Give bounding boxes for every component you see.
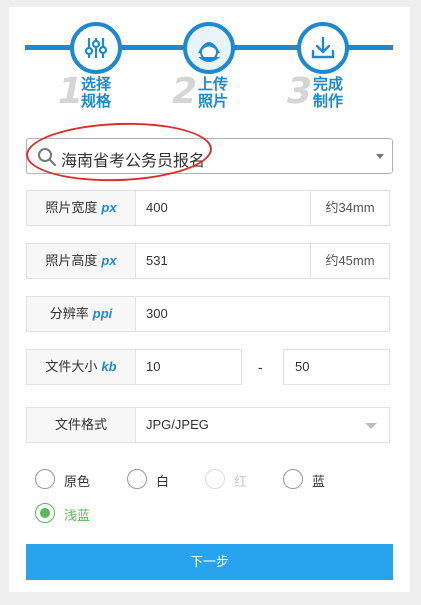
- step-2-number: 2: [172, 71, 198, 112]
- chevron-down-icon[interactable]: [365, 423, 377, 429]
- radio-circle[interactable]: [35, 469, 55, 489]
- height-label: 照片高度 px: [27, 244, 136, 278]
- format-label: 文件格式: [27, 408, 136, 442]
- chevron-down-icon[interactable]: [376, 154, 384, 159]
- radio-circle[interactable]: [283, 469, 303, 489]
- format-select[interactable]: JPG/JPEG: [146, 408, 209, 442]
- resolution-row: 分辨率 ppi 300: [26, 296, 390, 332]
- range-separator: -: [258, 359, 263, 375]
- resolution-input[interactable]: 300: [146, 297, 168, 331]
- step-indicator: 1 选择 规格 2 上传 照片 3 完成 制作: [0, 0, 421, 120]
- download-icon: [311, 36, 335, 59]
- radio-label: 红: [234, 474, 248, 489]
- step-2-circle: [183, 22, 235, 74]
- filesize-max-input[interactable]: 50: [283, 349, 390, 385]
- radio-circle: [205, 469, 225, 489]
- step-3-number: 3: [287, 71, 313, 112]
- height-mm-hint: 约45mm: [310, 244, 389, 278]
- radio-label: 蓝: [312, 474, 326, 489]
- step-3-label: 完成 制作: [313, 76, 344, 110]
- width-input[interactable]: 400: [146, 191, 168, 225]
- width-label: 照片宽度 px: [27, 191, 136, 225]
- step-1-number: 1: [58, 71, 84, 112]
- filesize-row: 文件大小 kb 10: [26, 349, 242, 385]
- step-3-circle: [297, 22, 349, 74]
- height-input[interactable]: 531: [146, 244, 168, 278]
- person-icon: [198, 42, 220, 62]
- filesize-min-input[interactable]: 10: [146, 350, 160, 384]
- radio-label: 白: [156, 474, 170, 489]
- sliders-icon: [84, 38, 108, 58]
- filesize-label: 文件大小 kb: [27, 350, 136, 384]
- radio-label: 原色: [64, 474, 91, 489]
- height-row: 照片高度 px 531 约45mm: [26, 243, 390, 279]
- step-2-label: 上传 照片: [198, 76, 229, 110]
- step-1-circle: [70, 22, 122, 74]
- step-1-label: 选择 规格: [81, 76, 112, 110]
- radio-circle[interactable]: [35, 503, 55, 523]
- radio-circle[interactable]: [127, 469, 147, 489]
- next-step-button[interactable]: 下一步: [26, 544, 393, 580]
- width-row: 照片宽度 px 400 约34mm: [26, 190, 390, 226]
- width-mm-hint: 约34mm: [310, 191, 389, 225]
- format-row: 文件格式 JPG/JPEG: [26, 407, 390, 443]
- resolution-label: 分辨率 ppi: [27, 297, 136, 331]
- radio-label: 浅蓝: [64, 508, 91, 523]
